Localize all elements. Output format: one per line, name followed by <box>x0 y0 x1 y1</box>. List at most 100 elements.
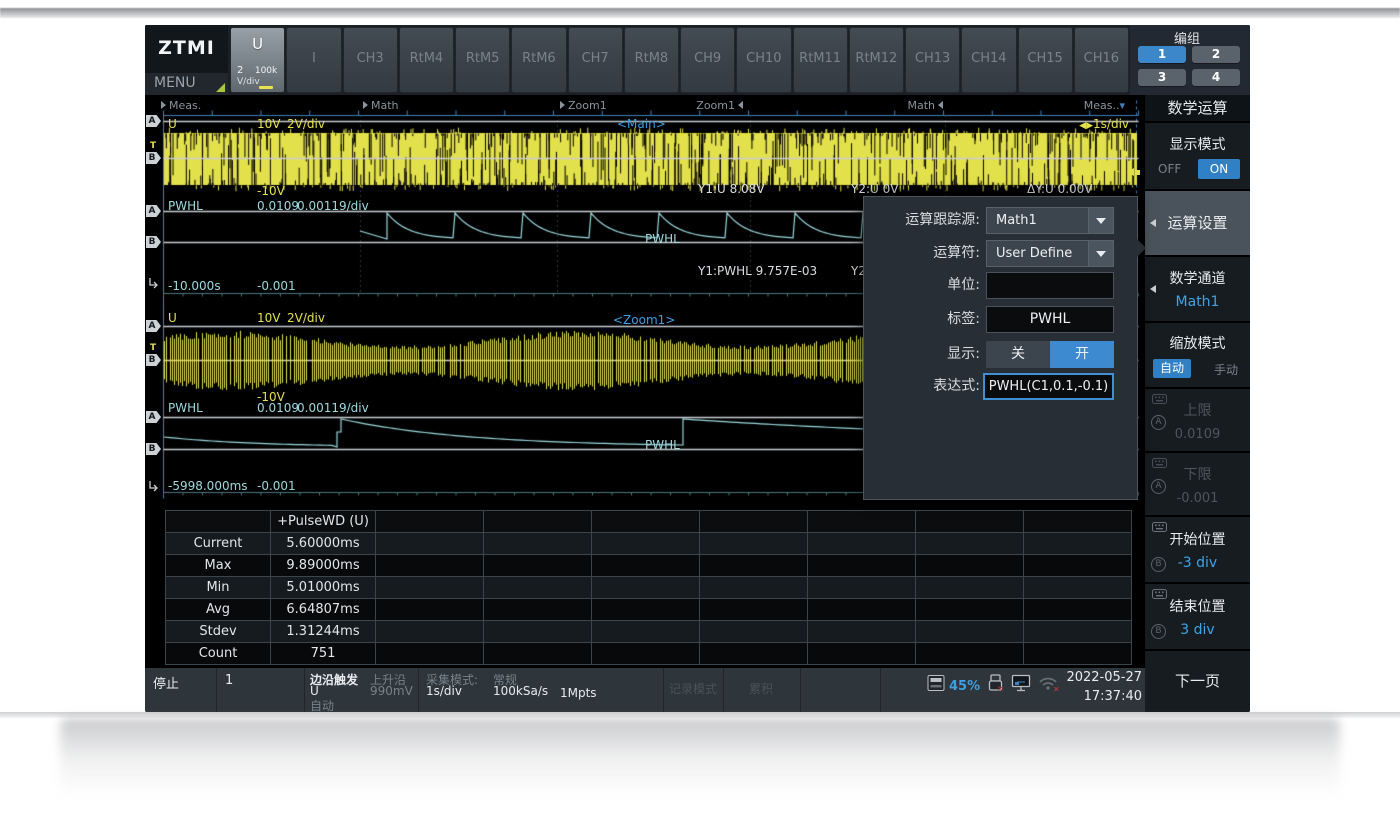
tab-ch14[interactable]: CH14 <box>961 27 1016 93</box>
tab-ch16[interactable]: CH16 <box>1074 27 1129 93</box>
s3-channel-label: U <box>168 311 177 325</box>
table-row: Avg 6.64807ms <box>166 599 1132 621</box>
svg-text:✕: ✕ <box>1053 685 1060 693</box>
group-button-1[interactable]: 1 <box>1138 46 1186 63</box>
sidebar-item-start-position[interactable]: B 开始位置 -3 div <box>1145 517 1250 582</box>
ruler-math-right[interactable]: Math <box>851 99 943 112</box>
tab-rtm11[interactable]: RtM11 <box>793 27 848 93</box>
chevron-right-icon <box>363 101 368 109</box>
table-row: Current 5.60000ms <box>166 533 1132 555</box>
s4-upper: 0.0109 <box>257 401 299 415</box>
menu-button[interactable]: MENU <box>145 73 228 95</box>
group-button-2[interactable]: 2 <box>1192 46 1240 63</box>
chevron-left-icon <box>938 101 943 109</box>
ruler-meas-right[interactable]: Meas..▾ <box>1025 99 1125 112</box>
stat-value: 751 <box>271 643 376 665</box>
stat-label: Min <box>166 577 271 599</box>
tab-rtm8[interactable]: RtM8 <box>624 27 679 93</box>
sidebar-item-op-settings[interactable]: 运算设置 <box>1145 191 1250 255</box>
trigger-position-icon <box>147 480 160 492</box>
tab-rtm12[interactable]: RtM12 <box>849 27 904 93</box>
display-off-button[interactable]: 关 <box>986 341 1050 368</box>
unit-label: 单位: <box>868 272 980 299</box>
tab-ch3[interactable]: CH3 <box>343 27 398 93</box>
tab-ch15[interactable]: CH15 <box>1018 27 1073 93</box>
s2-time-offset: -10.000s <box>168 279 221 293</box>
sidebar-item-math-channel[interactable]: 数学通道 Math1 <box>1145 257 1250 321</box>
dialog-pointer <box>1137 239 1146 257</box>
table-row: Count 751 <box>166 643 1132 665</box>
logo-block: ZTMI <box>145 25 228 73</box>
s4-channel-label: PWHL <box>168 401 203 415</box>
sidebar-item-display-mode[interactable]: 显示模式 OFF ON <box>1145 123 1250 189</box>
sidebar-item-zoom-mode[interactable]: 缩放模式 自动 手动 <box>1145 323 1250 387</box>
tag-input[interactable]: PWHL <box>986 306 1114 333</box>
tab-ch13[interactable]: CH13 <box>905 27 960 93</box>
run-state: 停止 <box>153 673 179 692</box>
status-bar: 停止 1 边沿触发 U 自动 上升沿 990mV 采集模式: 1s/div 常规… <box>145 668 1145 712</box>
expression-label: 表达式: <box>868 373 980 400</box>
s1-cursor-y2: Y2:U 0V <box>851 182 898 196</box>
sidebar-item-lower-limit[interactable]: A 下限 -0.001 <box>1145 453 1250 515</box>
bezel-top-strip <box>0 8 1400 18</box>
u-sample-rate: 100k <box>255 66 277 76</box>
sidebar-item-next-page[interactable]: 下一页 <box>1145 651 1250 712</box>
ruler-zoom-left[interactable]: Zoom1 <box>560 99 607 112</box>
stat-value: 5.01000ms <box>271 577 376 599</box>
dropdown-arrow-icon <box>1088 241 1113 266</box>
math-channel-value: Math1 <box>1145 294 1250 310</box>
group-button-4[interactable]: 4 <box>1192 69 1240 86</box>
display-mode-on[interactable]: ON <box>1198 159 1240 179</box>
unit-input[interactable] <box>986 272 1114 299</box>
s2-vdiv: 0.00119/div <box>297 199 369 213</box>
ruler-zoom-right[interactable]: Zoom1 <box>645 99 743 112</box>
zoom-mode-auto[interactable]: 自动 <box>1153 359 1191 378</box>
u-trace-color-dash <box>259 86 273 89</box>
knob-a-icon: A <box>1151 415 1166 430</box>
display-on-button[interactable]: 开 <box>1050 341 1114 368</box>
table-row: Min 5.01000ms <box>166 577 1132 599</box>
tab-ch9[interactable]: CH9 <box>680 27 735 93</box>
s4-trace-label: PWHL <box>645 438 680 452</box>
sidebar-item-end-position[interactable]: B 结束位置 3 div <box>1145 584 1250 649</box>
group-button-3[interactable]: 3 <box>1138 69 1186 86</box>
stat-value: 5.60000ms <box>271 533 376 555</box>
tab-ch7[interactable]: CH7 <box>568 27 623 93</box>
zoom-mode-manual[interactable]: 手动 <box>1214 361 1238 378</box>
source-dropdown[interactable]: Math1 <box>986 207 1114 234</box>
expression-input[interactable]: PWHL(C1,0.1,-0.1) <box>983 373 1114 400</box>
tab-rtm4[interactable]: RtM4 <box>399 27 454 93</box>
s4-lower: -0.001 <box>257 479 296 493</box>
operator-dropdown[interactable]: User Define <box>986 240 1114 267</box>
storage-ssd-icon <box>927 674 946 692</box>
s3-view-label: <Zoom1> <box>613 313 675 327</box>
tag-label: 标签: <box>868 306 980 333</box>
ruler-meas-left[interactable]: Meas. <box>161 99 201 112</box>
knob-b-icon: B <box>1151 557 1166 572</box>
tab-u[interactable]: U 2 V/div 100k <box>230 27 285 93</box>
stat-value: 9.89000ms <box>271 555 376 577</box>
timebase-value: 1s/div <box>426 684 462 698</box>
tab-rtm6[interactable]: RtM6 <box>511 27 566 93</box>
trigger-mode: 自动 <box>310 697 334 712</box>
display-mode-off[interactable]: OFF <box>1158 162 1181 176</box>
trigger-level-right-icon[interactable] <box>1126 167 1142 177</box>
corner-cell <box>166 511 271 533</box>
tab-ch10[interactable]: CH10 <box>736 27 791 93</box>
keyboard-icon <box>1152 394 1167 404</box>
tab-rtm5[interactable]: RtM5 <box>455 27 510 93</box>
table-row: Max 9.89000ms <box>166 555 1132 577</box>
svg-text:✕: ✕ <box>997 685 1004 694</box>
group-title: 编组 <box>1130 28 1244 47</box>
tab-i[interactable]: I <box>286 27 341 93</box>
ruler-math-left[interactable]: Math <box>363 99 399 112</box>
top-bar: ZTMI MENU U 2 V/div 100k I CH3 RtM4 RtM5… <box>145 25 1250 95</box>
trigger-level-icon: T <box>150 142 156 151</box>
trigger-position-icon <box>147 277 160 289</box>
s3-vdiv: 2V/div <box>287 311 325 325</box>
u-scale-value: 2 <box>237 65 243 76</box>
sidebar-item-upper-limit[interactable]: A 上限 0.0109 <box>1145 389 1250 451</box>
keyboard-icon <box>1152 522 1167 532</box>
instrument-screen: ZTMI MENU U 2 V/div 100k I CH3 RtM4 RtM5… <box>145 25 1250 712</box>
usb-icon: ✕ <box>985 673 1007 693</box>
